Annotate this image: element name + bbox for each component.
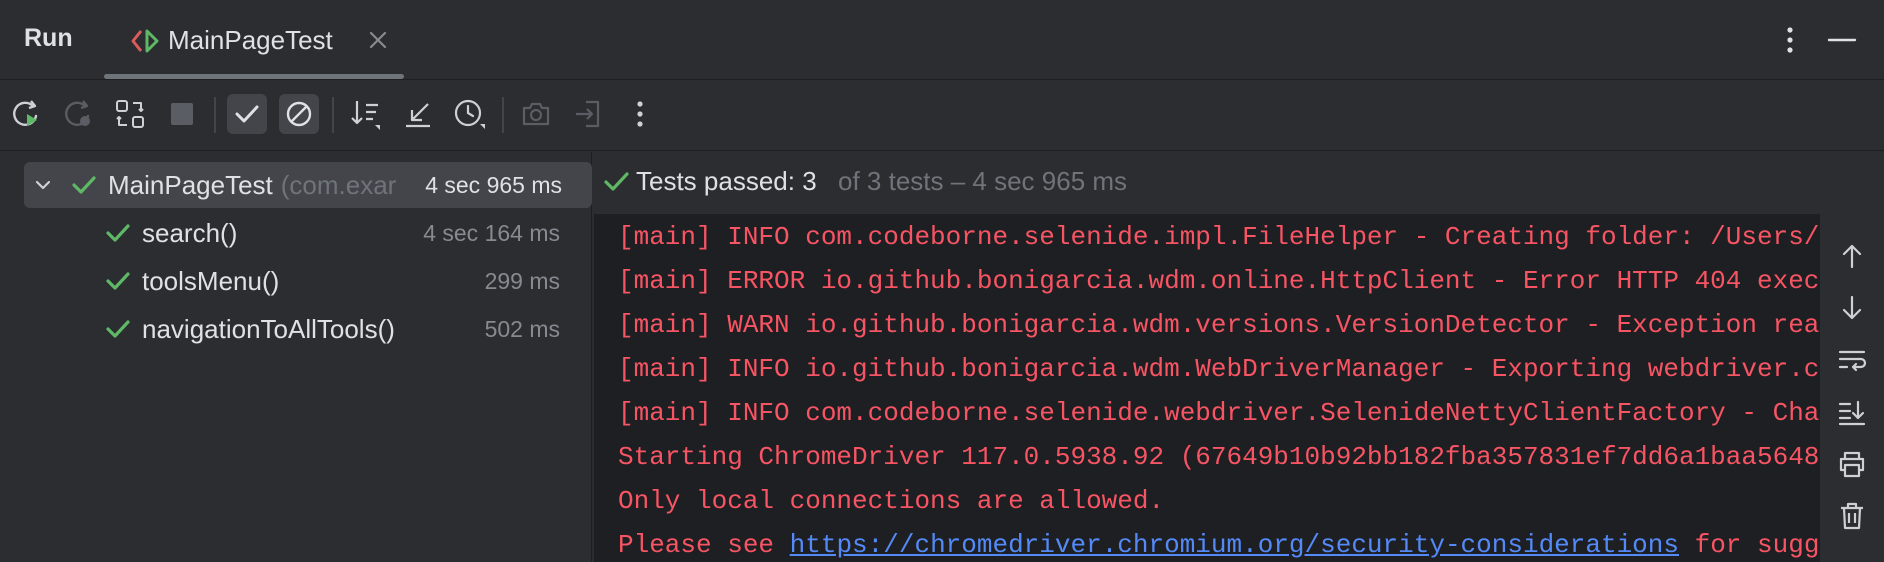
stop-button[interactable]	[162, 94, 202, 134]
test-passed-icon	[106, 272, 130, 290]
show-ignored-icon	[286, 101, 312, 127]
rerun-button[interactable]	[6, 94, 46, 134]
tree-row-test[interactable]: search() 4 sec 164 ms	[104, 210, 592, 256]
show-passed-icon	[235, 105, 259, 123]
collapse-icon	[406, 103, 430, 128]
console-text: for sugg	[1679, 530, 1820, 560]
test-passed-icon	[106, 224, 130, 242]
history-icon	[454, 99, 485, 129]
scroll-down-icon	[1842, 295, 1862, 320]
show-ignored-toggle[interactable]	[279, 94, 319, 134]
import-tests-button[interactable]	[568, 94, 608, 134]
console-line: [main] ERROR io.github.bonigarcia.wdm.on…	[618, 266, 1820, 296]
sort-icon	[351, 101, 380, 130]
console-line: [main] INFO io.github.bonigarcia.wdm.Web…	[618, 354, 1820, 384]
console-line: [main] WARN io.github.bonigarcia.wdm.ver…	[618, 310, 1820, 340]
test-run-icon	[131, 29, 159, 53]
tool-window-header: Run MainPageTest	[0, 0, 1884, 80]
scroll-to-end-button[interactable]	[1832, 392, 1872, 432]
toggle-auto-test-button[interactable]	[110, 94, 150, 134]
clear-all-button[interactable]	[1832, 496, 1872, 536]
test-status-bar: Tests passed: 3 of 3 tests – 4 sec 965 m…	[594, 152, 1884, 214]
tests-passed-label: Tests passed: 3	[636, 166, 817, 196]
tree-row-root-time: 4 sec 965 ms	[425, 171, 562, 198]
minimize-icon[interactable]	[1826, 26, 1858, 54]
test-passed-icon	[72, 176, 96, 194]
screenshot-icon	[522, 102, 550, 126]
more-icon	[637, 101, 643, 127]
export-icon	[576, 100, 600, 128]
tree-row-root-name: MainPageTest	[108, 169, 273, 200]
tree-row-root-package: (com.exar	[280, 169, 397, 200]
more-options-icon[interactable]	[1776, 24, 1804, 56]
rerun-icon	[13, 100, 38, 126]
tests-summary: of 3 tests – 4 sec 965 ms	[838, 166, 1128, 196]
tree-row-root[interactable]: MainPageTest (com.exar 4 sec 965 ms	[24, 162, 592, 208]
stop-icon	[171, 103, 193, 125]
test-name: toolsMenu()	[142, 265, 280, 296]
console-link[interactable]: https://chromedriver.chromium.org/securi…	[790, 530, 1679, 560]
tab-underline	[104, 74, 404, 79]
scroll-up-icon	[1842, 244, 1862, 269]
tool-window-title: Run	[24, 24, 73, 52]
console-line: Starting ChromeDriver 117.0.5938.92 (676…	[618, 442, 1820, 472]
print-button[interactable]	[1832, 444, 1872, 484]
toolbar-more-button[interactable]	[620, 94, 660, 134]
scroll-up-button[interactable]	[1832, 236, 1872, 276]
console-line: [main] INFO com.codeborne.selenide.impl.…	[618, 222, 1820, 252]
test-history-button[interactable]	[450, 94, 490, 134]
run-toolbar	[0, 81, 1884, 151]
show-passed-toggle[interactable]	[227, 94, 267, 134]
sort-button[interactable]	[346, 94, 386, 134]
console-line: [main] INFO com.codeborne.selenide.webdr…	[618, 398, 1820, 428]
screenshot-button[interactable]	[516, 94, 556, 134]
test-time: 502 ms	[484, 315, 560, 342]
tests-passed-icon	[604, 172, 629, 191]
toggle-auto-test-icon	[116, 100, 144, 128]
rerun-failed-icon	[65, 100, 90, 126]
close-icon[interactable]	[366, 28, 390, 52]
soft-wrap-button[interactable]	[1832, 340, 1872, 380]
tree-row-test[interactable]: navigationToAllTools() 502 ms	[104, 306, 592, 352]
scroll-down-button[interactable]	[1832, 288, 1872, 328]
console-line: Only local connections are allowed.	[618, 486, 1165, 516]
chevron-down-icon[interactable]	[32, 174, 54, 196]
collapse-all-button[interactable]	[398, 94, 438, 134]
toolbar-separator	[502, 97, 504, 133]
tree-row-test[interactable]: toolsMenu() 299 ms	[104, 258, 592, 304]
scroll-to-end-icon	[1838, 400, 1866, 426]
rerun-failed-button[interactable]	[58, 94, 98, 134]
test-passed-icon	[106, 320, 130, 338]
tab-main-page-test[interactable]: MainPageTest	[104, 0, 404, 80]
console-text: Please see	[618, 530, 790, 560]
toolbar-separator	[214, 97, 216, 133]
test-results-tree: MainPageTest (com.exar 4 sec 965 ms sear…	[0, 152, 592, 562]
test-time: 299 ms	[484, 267, 560, 294]
test-time: 4 sec 164 ms	[423, 219, 560, 246]
test-name: search()	[142, 217, 238, 248]
toolbar-separator	[332, 97, 334, 133]
tab-label: MainPageTest	[168, 25, 333, 55]
console-output[interactable]: [main] INFO com.codeborne.selenide.impl.…	[594, 214, 1820, 562]
console-line: Please see https://chromedriver.chromium…	[618, 530, 1819, 560]
test-name: navigationToAllTools()	[142, 313, 395, 344]
clear-icon	[1841, 502, 1863, 530]
print-icon	[1839, 451, 1865, 478]
console-side-toolbar	[1820, 214, 1884, 562]
soft-wrap-icon	[1838, 350, 1867, 372]
